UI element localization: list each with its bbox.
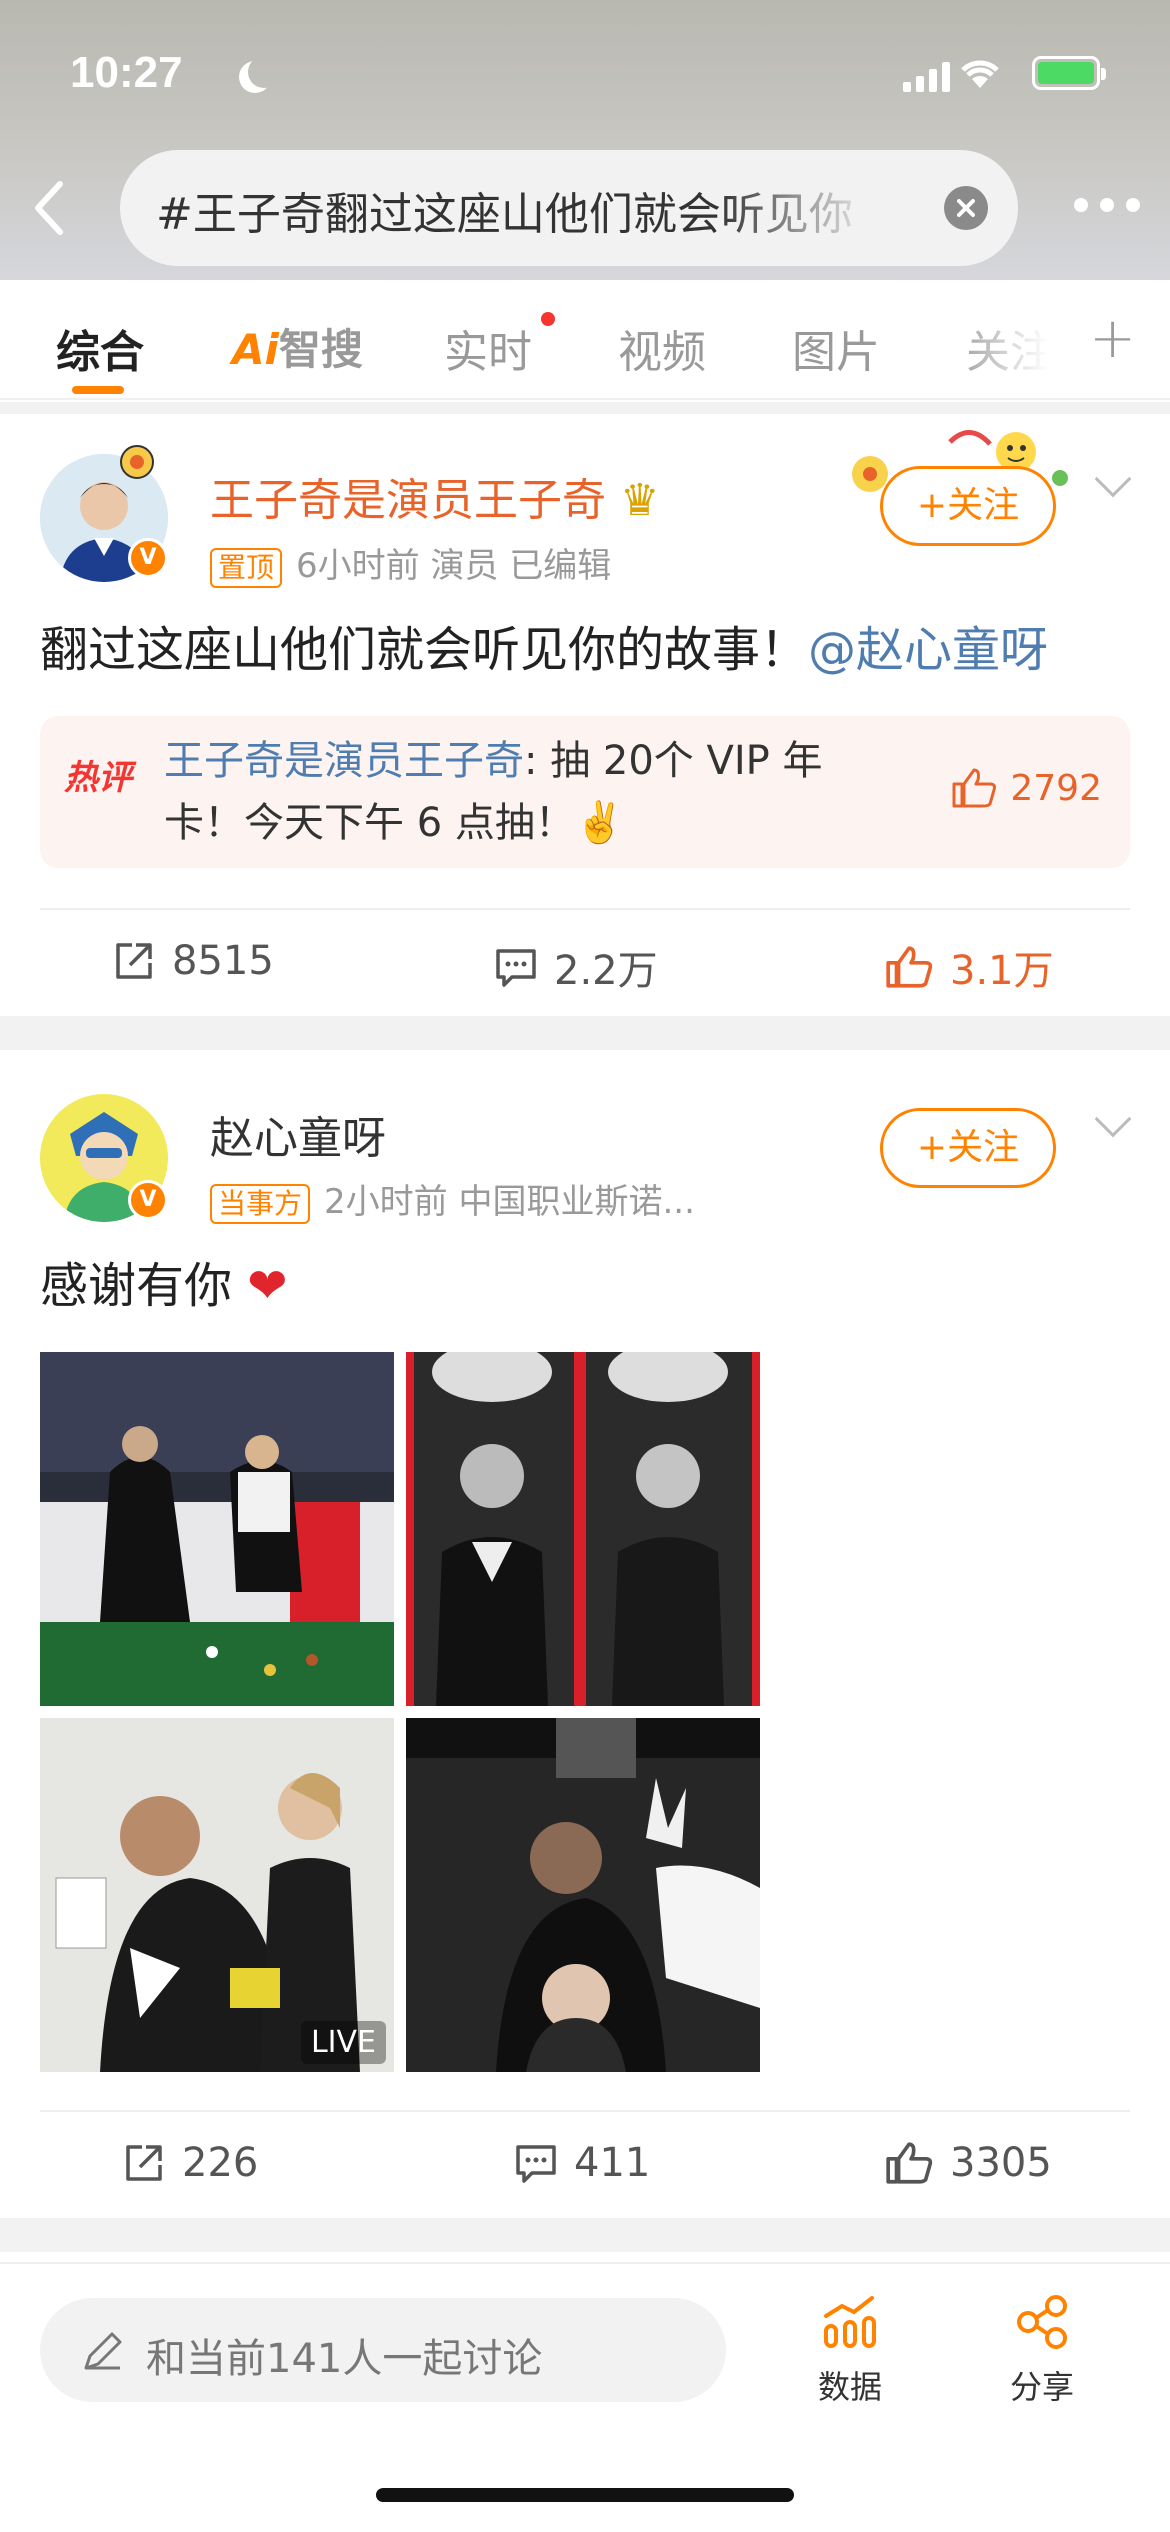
- chevron-down-icon[interactable]: [1094, 1100, 1132, 1138]
- battery-icon: [1032, 56, 1106, 90]
- share-count: 8515: [172, 938, 274, 984]
- search-row: #王子奇翻过这座山他们就会听见你: [0, 150, 1170, 266]
- tab-bar: 综合 Ai智搜 实时 视频 图片 关注 +: [0, 280, 1170, 400]
- chevron-down-icon[interactable]: [1094, 460, 1132, 498]
- data-button[interactable]: 数据: [790, 2294, 910, 2408]
- share-page-button[interactable]: 分享: [982, 2294, 1102, 2408]
- moon-icon: [248, 56, 280, 88]
- tab-video[interactable]: 视频: [618, 316, 706, 380]
- tab-fade: [950, 300, 1090, 390]
- hot-comment-likes: 2792: [1010, 767, 1102, 809]
- comment-icon: [516, 2145, 556, 2183]
- username[interactable]: 王子奇是演员王子奇 ♛: [210, 464, 659, 528]
- photo-highfive[interactable]: [406, 1718, 760, 2072]
- comment-button[interactable]: 411: [514, 2140, 650, 2186]
- pencil-icon: [84, 2332, 122, 2370]
- active-tab-indicator: [72, 386, 124, 394]
- post-meta-text: 2小时前 中国职业斯诺...: [324, 1182, 695, 1222]
- tab-images[interactable]: 图片: [792, 316, 880, 380]
- comment-count: 2.2万: [554, 948, 658, 994]
- share-count: 226: [182, 2140, 259, 2186]
- ai-logo: Ai: [232, 325, 279, 374]
- sticker-icon: [120, 445, 154, 479]
- separator: [0, 402, 1170, 414]
- follow-button[interactable]: +关注: [880, 466, 1056, 546]
- post-body: 翻过这座山他们就会听见你的故事！: [40, 622, 809, 678]
- clear-icon[interactable]: [944, 186, 988, 230]
- username[interactable]: 赵心童呀: [210, 1102, 386, 1166]
- mention-link[interactable]: @赵心童呀: [808, 622, 1048, 678]
- post-body: 感谢有你: [40, 1258, 233, 1314]
- divider: [40, 908, 1130, 910]
- signal-icon: [903, 60, 950, 92]
- hot-comment[interactable]: 热评 王子奇是演员王子奇: 抽 20个 VIP 年卡！今天下午 6 点抽！✌️ …: [40, 716, 1130, 868]
- wifi-icon: [961, 60, 999, 88]
- data-label: 数据: [817, 2368, 882, 2406]
- post-actions: 226 411 3305: [0, 2114, 1170, 2214]
- post-text: 感谢有你 ❤: [40, 1246, 288, 1316]
- notification-dot: [541, 312, 555, 326]
- verified-icon: V: [128, 1180, 168, 1220]
- post-card[interactable]: V 赵心童呀 当事方 2小时前 中国职业斯诺... +关注 感谢有你 ❤ LIV…: [0, 1050, 1170, 2218]
- home-indicator[interactable]: [376, 2488, 794, 2502]
- live-photo-badge: LIVE: [300, 2021, 386, 2064]
- header: 10:27 #王子奇翻过这座山他们就会听见你: [0, 0, 1170, 280]
- photo-hug[interactable]: LIVE: [40, 1718, 394, 2072]
- more-icon[interactable]: [1074, 198, 1140, 212]
- clock: 10:27: [70, 48, 183, 97]
- share-icon: [1017, 2295, 1067, 2349]
- pinned-badge: 置顶: [210, 547, 283, 588]
- comment-count: 411: [574, 2140, 651, 2186]
- thumbs-up-icon: [886, 946, 933, 988]
- photo-handshake[interactable]: [40, 1352, 394, 1706]
- share-label: 分享: [1009, 2368, 1074, 2406]
- follow-button[interactable]: +关注: [880, 1108, 1056, 1188]
- like-button[interactable]: 3.1万: [884, 938, 1054, 996]
- bar-chart-icon: [824, 2296, 876, 2348]
- image-grid: LIVE: [40, 1352, 770, 2072]
- separator: [0, 2218, 1170, 2252]
- post-actions: 8515 2.2万 3.1万: [0, 912, 1170, 1012]
- crown-icon: ♛: [620, 475, 660, 526]
- verified-icon: V: [128, 538, 168, 578]
- discussion-input[interactable]: 和当前141人一起讨论: [40, 2298, 726, 2402]
- repost-icon: [126, 2145, 162, 2181]
- post-meta: 置顶 6小时前 演员 已编辑: [210, 538, 611, 588]
- status-bar: 10:27: [70, 48, 1106, 108]
- back-icon[interactable]: [30, 180, 70, 236]
- hot-comment-text: 王子奇是演员王子奇: 抽 20个 VIP 年卡！今天下午 6 点抽！✌️: [164, 730, 884, 854]
- tab-realtime[interactable]: 实时: [444, 316, 532, 380]
- search-input[interactable]: #王子奇翻过这座山他们就会听见你: [120, 150, 1018, 266]
- repost-icon: [116, 943, 152, 979]
- divider: [40, 2110, 1130, 2112]
- hot-comment-user[interactable]: 王子奇是演员王子奇: [164, 738, 524, 784]
- like-count: 3305: [950, 2140, 1052, 2186]
- post-card[interactable]: V 王子奇是演员王子奇 ♛ 置顶 6小时前 演员 已编辑 +关注 翻过这座山他们就…: [0, 414, 1170, 1016]
- thumbs-up-icon: [952, 768, 997, 808]
- share-button[interactable]: 8515: [112, 938, 274, 984]
- post-meta: 当事方 2小时前 中国职业斯诺...: [210, 1174, 695, 1224]
- share-button[interactable]: 226: [122, 2140, 258, 2186]
- separator: [0, 1016, 1170, 1050]
- tab-ai-search[interactable]: Ai智搜: [232, 316, 363, 377]
- discussion-placeholder: 和当前141人一起讨论: [146, 2336, 543, 2382]
- heart-icon: ❤: [232, 1258, 288, 1314]
- hot-comment-logo: 热评: [64, 758, 132, 798]
- add-tab-icon[interactable]: +: [1089, 306, 1136, 371]
- username-text: 王子奇是演员王子奇: [210, 475, 606, 526]
- photo-portraits[interactable]: [406, 1352, 760, 1706]
- post-text: 翻过这座山他们就会听见你的故事！@赵心童呀: [40, 610, 1048, 680]
- comment-icon: [496, 949, 536, 987]
- party-badge: 当事方: [210, 1183, 311, 1224]
- post-meta-text: 6小时前 演员 已编辑: [296, 546, 612, 586]
- search-query: #王子奇翻过这座山他们就会听见你: [156, 189, 853, 240]
- hot-comment-like-button[interactable]: 2792: [950, 766, 1102, 810]
- tab-comprehensive[interactable]: 综合: [56, 316, 144, 380]
- like-button[interactable]: 3305: [884, 2140, 1052, 2186]
- thumbs-up-icon: [886, 2142, 933, 2184]
- like-count: 3.1万: [950, 948, 1054, 994]
- comment-button[interactable]: 2.2万: [494, 938, 658, 996]
- tab-ai-label: 智搜: [278, 325, 363, 374]
